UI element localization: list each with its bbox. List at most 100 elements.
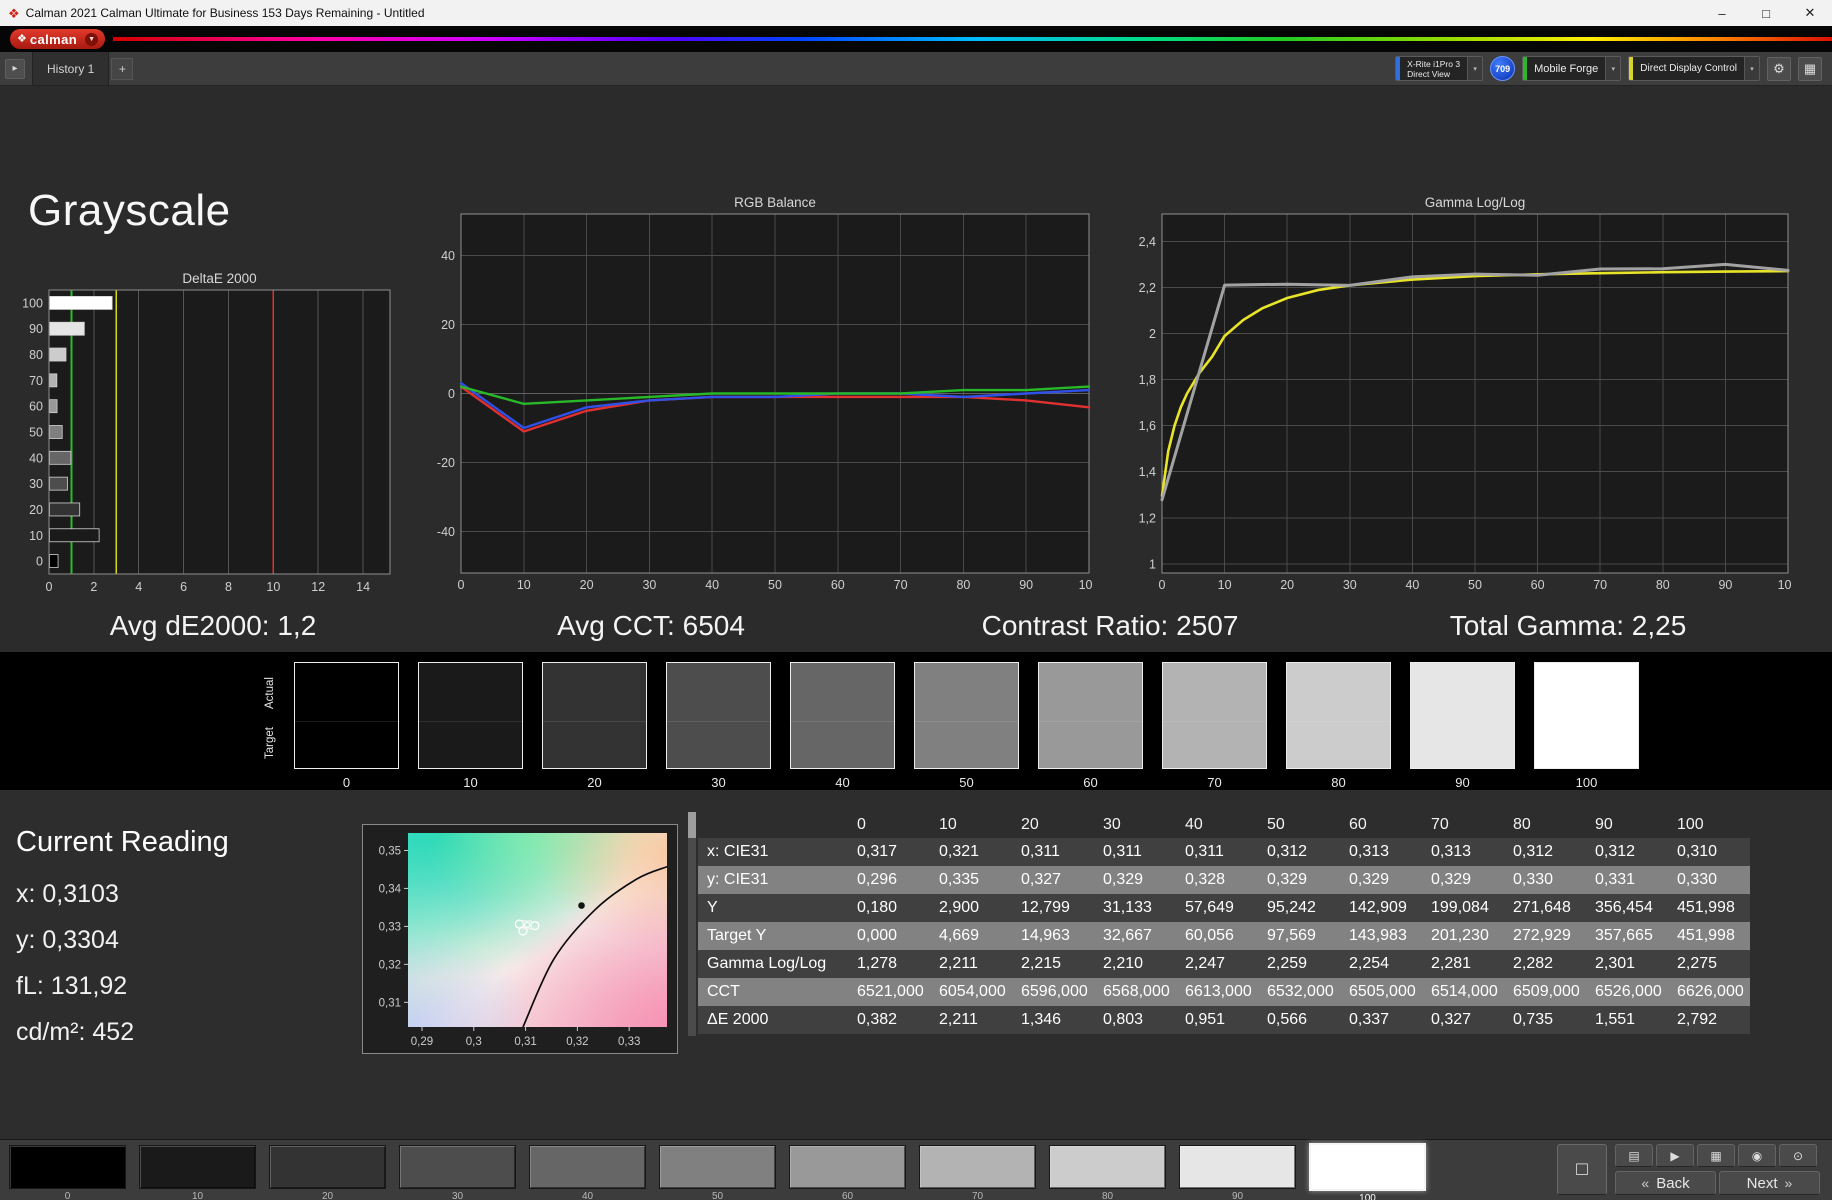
row-label: y: CIE31 [698, 866, 848, 894]
level-select-patch[interactable]: 90 [1179, 1145, 1296, 1200]
svg-text:0: 0 [448, 387, 455, 401]
power-icon: ⊙ [1792, 1148, 1804, 1163]
patch-swatch[interactable] [789, 1145, 906, 1189]
pattern-window-button[interactable]: □ [1557, 1144, 1607, 1195]
patch-swatch[interactable] [1049, 1145, 1166, 1189]
run-button[interactable]: ▶ [1656, 1144, 1694, 1167]
table-cell: 0,329 [1094, 866, 1176, 894]
badge-label: 709 [1495, 63, 1511, 74]
maximize-button[interactable]: □ [1744, 0, 1788, 26]
gamma-loglog-chart: Gamma Log/Log 0 10 20 30 40 50 60 70 80 90 100 2,4 2,… [1122, 196, 1792, 597]
patch-level-label: 60 [1083, 775, 1098, 790]
minimize-button[interactable]: – [1700, 0, 1744, 26]
patch-swatch[interactable] [399, 1145, 516, 1189]
deltae-2000-chart: DeltaE 2000 0 2 4 6 8 10 12 14 100 90 80 70 60 50 40 30 2… [9, 268, 404, 600]
transport-buttons: ▤ ▶ ▦ ◉ ⊙ « Back Next » [1615, 1144, 1820, 1195]
level-select-patch[interactable]: 60 [789, 1145, 906, 1200]
tab-history-1[interactable]: History 1 [32, 52, 110, 85]
level-select-patch[interactable]: 70 [919, 1145, 1036, 1200]
table-cell: 0,329 [1422, 866, 1504, 894]
table-cell: 0,329 [1340, 866, 1422, 894]
column-header: 70 [1431, 816, 1449, 833]
level-select-patch[interactable]: 30 [399, 1145, 516, 1200]
table-cell: 4,669 [930, 922, 1012, 950]
svg-text:0,29: 0,29 [411, 1036, 433, 1048]
table-cell: 0,313 [1422, 838, 1504, 866]
meter-label: X-Rite i1Pro 3 Direct View [1400, 57, 1467, 80]
add-tab-button[interactable]: + [111, 57, 134, 80]
table-cell: 451,998 [1668, 894, 1750, 922]
column-header: 0 [857, 816, 866, 833]
level-select-patch[interactable]: 50 [659, 1145, 776, 1200]
next-button[interactable]: Next » [1719, 1171, 1820, 1195]
level-select-patch[interactable]: 0 [9, 1145, 126, 1200]
svg-text:60: 60 [831, 578, 845, 592]
table-scrollbar[interactable] [688, 812, 696, 1036]
panel-toggle-button[interactable]: ▸ [5, 58, 25, 79]
svg-text:30: 30 [642, 578, 656, 592]
power-button[interactable]: ⊙ [1779, 1144, 1817, 1167]
bottom-patch-row: 0 10 20 30 40 50 60 70 80 90 100 [9, 1143, 1426, 1200]
patch-swatch[interactable] [9, 1145, 126, 1189]
table-cell: 0,328 [1176, 866, 1258, 894]
avg-de2000-stat: Avg dE2000: 1,2 [109, 610, 317, 641]
pattern-source-button[interactable]: ▤ [1615, 1144, 1653, 1167]
table-cell: 0,312 [1258, 838, 1340, 866]
read-button[interactable]: ◉ [1738, 1144, 1776, 1167]
svg-text:0: 0 [458, 578, 465, 592]
logo-bar: ❖ calman ▼ [0, 26, 1832, 52]
layout-button[interactable]: ▦ [1798, 56, 1822, 81]
settings-button[interactable]: ⚙ [1767, 56, 1791, 81]
svg-text:0,32: 0,32 [566, 1036, 588, 1048]
calman-brand-button[interactable]: ❖ calman ▼ [10, 29, 106, 49]
table-cell: 95,242 [1258, 894, 1340, 922]
svg-text:10: 10 [1218, 578, 1232, 592]
grayscale-patch: 70 [1162, 662, 1267, 790]
close-button[interactable]: ✕ [1788, 0, 1832, 26]
table-cell: 97,569 [1258, 922, 1340, 950]
patch-level-label: 20 [321, 1191, 334, 1200]
table-cell: 57,649 [1176, 894, 1258, 922]
window-title: Calman 2021 Calman Ultimate for Business… [25, 6, 425, 20]
colorspace-badge[interactable]: 709 [1490, 56, 1516, 81]
column-header: 90 [1595, 816, 1613, 833]
level-select-patch[interactable]: 80 [1049, 1145, 1166, 1200]
meter-dropdown[interactable]: X-Rite i1Pro 3 Direct View ▾ [1395, 56, 1484, 81]
transport-controls: □ ▤ ▶ ▦ ◉ ⊙ « Back Next » [1557, 1144, 1820, 1195]
patch-swatch[interactable] [919, 1145, 1036, 1189]
patch-swatch[interactable] [529, 1145, 646, 1189]
patch-swatch[interactable] [269, 1145, 386, 1189]
level-select-patch[interactable]: 40 [529, 1145, 646, 1200]
svg-text:1,2: 1,2 [1139, 511, 1156, 525]
patch-swatch[interactable] [1309, 1143, 1426, 1191]
level-select-patch[interactable]: 20 [269, 1145, 386, 1200]
source-label: Mobile Forge [1527, 57, 1605, 80]
svg-text:0,34: 0,34 [379, 883, 402, 895]
svg-text:0,35: 0,35 [379, 845, 401, 857]
source-dropdown[interactable]: Mobile Forge ▾ [1522, 56, 1622, 81]
grid-icon: ▦ [1803, 60, 1817, 76]
patch-level-label: 20 [587, 775, 602, 790]
levels-button[interactable]: ▦ [1697, 1144, 1735, 1167]
display-control-dropdown[interactable]: Direct Display Control ▾ [1628, 56, 1760, 81]
minimize-icon: – [1718, 5, 1726, 21]
svg-text:20: 20 [580, 578, 594, 592]
scrollbar-thumb[interactable] [688, 812, 696, 838]
rgb-balance-chart: RGB Balance 0 10 20 30 40 50 60 70 80 90 100 40 20 0 -2… [423, 196, 1093, 597]
table-cell: 357,665 [1586, 922, 1668, 950]
patch-swatch[interactable] [139, 1145, 256, 1189]
back-button[interactable]: « Back [1615, 1171, 1716, 1195]
column-header: 80 [1513, 816, 1531, 833]
level-select-patch[interactable]: 100 [1309, 1143, 1426, 1200]
level-select-patch[interactable]: 10 [139, 1145, 256, 1200]
patch-level-label: 80 [1101, 1191, 1114, 1200]
table-cell: 1,278 [848, 950, 930, 978]
table-cell: 6532,000 [1258, 978, 1340, 1006]
patch-swatch[interactable] [659, 1145, 776, 1189]
table-cell: 6568,000 [1094, 978, 1176, 1006]
table-cell: 2,282 [1504, 950, 1586, 978]
patch-swatch[interactable] [1179, 1145, 1296, 1189]
table-cell: 6509,000 [1504, 978, 1586, 1006]
table-cell: 31,133 [1094, 894, 1176, 922]
table-cell: 0,327 [1422, 1006, 1504, 1034]
